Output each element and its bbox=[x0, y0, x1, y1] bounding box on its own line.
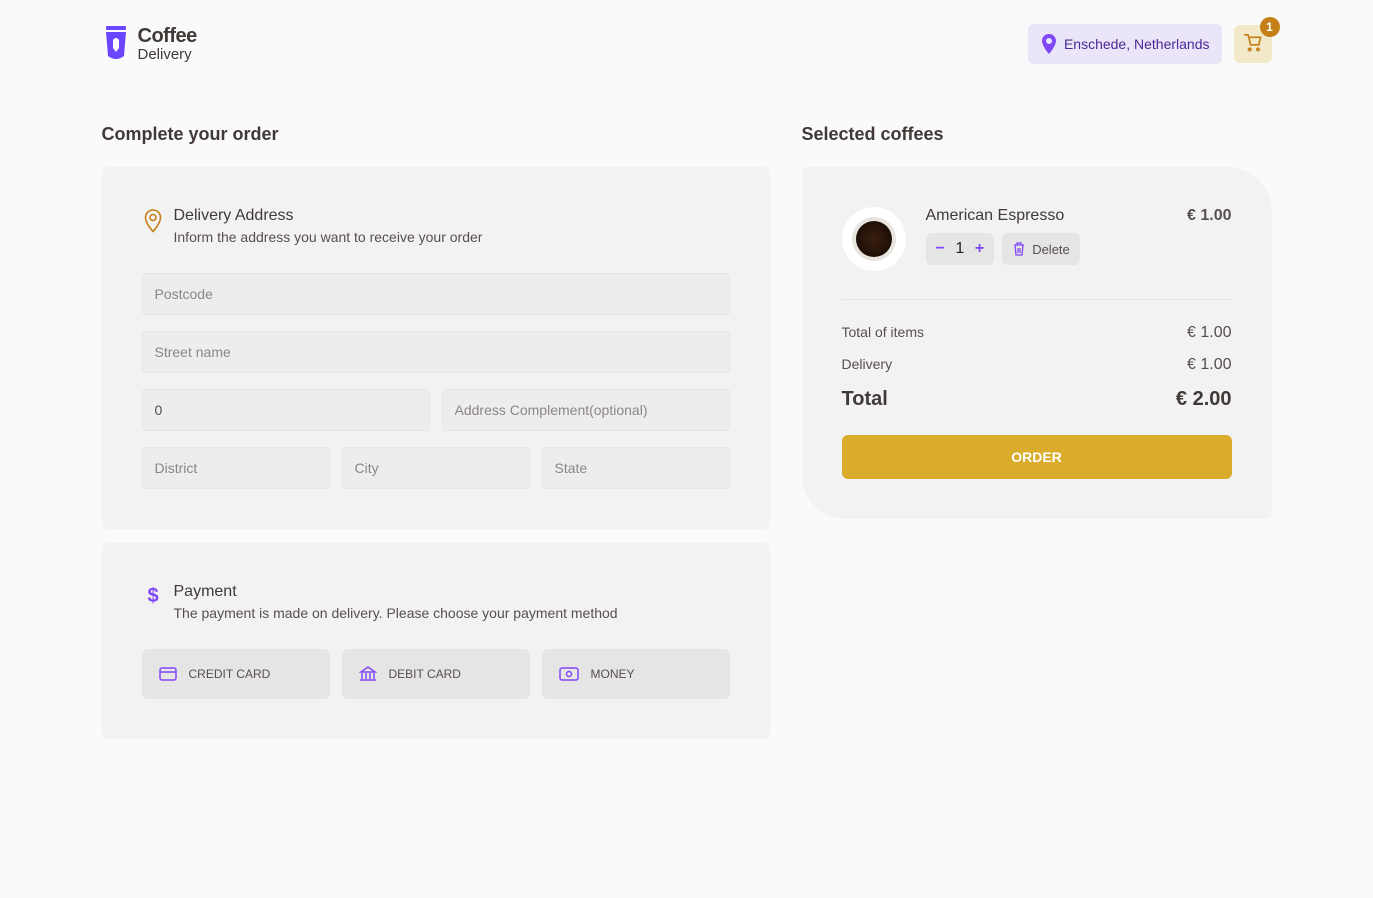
location-pill[interactable]: Enschede, Netherlands bbox=[1028, 24, 1222, 64]
delivery-label: Delivery bbox=[842, 356, 893, 374]
checkout-title: Complete your order bbox=[102, 124, 770, 145]
credit-card-icon bbox=[159, 667, 177, 681]
complement-input[interactable] bbox=[442, 389, 730, 431]
credit-label: CREDIT CARD bbox=[189, 667, 271, 681]
map-pin-icon bbox=[1040, 34, 1058, 54]
address-subtitle: Inform the address you want to receive y… bbox=[174, 229, 483, 245]
delete-button[interactable]: Delete bbox=[1002, 233, 1080, 265]
logo-text-1: Coffee bbox=[138, 25, 197, 47]
district-input[interactable] bbox=[142, 447, 330, 489]
location-text: Enschede, Netherlands bbox=[1064, 36, 1210, 52]
cart-item: American Espresso − 1 + Delete bbox=[842, 207, 1232, 300]
address-title: Delivery Address bbox=[174, 207, 483, 225]
money-label: MONEY bbox=[591, 667, 635, 681]
cart-item-price: € 1.00 bbox=[1187, 207, 1231, 271]
number-input[interactable] bbox=[142, 389, 430, 431]
items-value: € 1.00 bbox=[1187, 324, 1231, 342]
credit-card-button[interactable]: CREDIT CARD bbox=[142, 649, 330, 699]
delivery-value: € 1.00 bbox=[1187, 356, 1231, 374]
payment-card: $ Payment The payment is made on deliver… bbox=[102, 543, 770, 739]
quantity-stepper: − 1 + bbox=[926, 233, 995, 265]
cart-button[interactable]: 1 bbox=[1234, 25, 1272, 63]
cash-icon bbox=[559, 667, 579, 681]
trash-icon bbox=[1012, 241, 1026, 257]
coffee-cup-icon bbox=[102, 26, 130, 62]
city-input[interactable] bbox=[342, 447, 530, 489]
qty-minus-button[interactable]: − bbox=[934, 240, 947, 258]
payment-subtitle: The payment is made on delivery. Please … bbox=[174, 605, 618, 621]
address-card: Delivery Address Inform the address you … bbox=[102, 167, 770, 529]
coffee-image bbox=[842, 207, 906, 271]
qty-value: 1 bbox=[953, 240, 967, 258]
logo-text-2: Delivery bbox=[138, 47, 197, 64]
payment-title: Payment bbox=[174, 583, 618, 601]
svg-text:$: $ bbox=[147, 585, 158, 607]
cart-card: American Espresso − 1 + Delete bbox=[802, 167, 1272, 519]
shopping-cart-icon bbox=[1243, 34, 1263, 54]
street-input[interactable] bbox=[142, 331, 730, 373]
cart-badge: 1 bbox=[1260, 17, 1280, 37]
cart-item-name: American Espresso bbox=[926, 207, 1168, 225]
cart-title: Selected coffees bbox=[802, 124, 1272, 145]
qty-plus-button[interactable]: + bbox=[973, 240, 986, 258]
items-label: Total of items bbox=[842, 324, 924, 342]
map-pin-outline-icon bbox=[142, 209, 164, 233]
debit-card-button[interactable]: DEBIT CARD bbox=[342, 649, 530, 699]
bank-icon bbox=[359, 666, 377, 682]
money-button[interactable]: MONEY bbox=[542, 649, 730, 699]
order-button[interactable]: ORDER bbox=[842, 435, 1232, 479]
state-input[interactable] bbox=[542, 447, 730, 489]
header: Coffee Delivery Enschede, Netherlands 1 bbox=[102, 24, 1272, 64]
debit-label: DEBIT CARD bbox=[389, 667, 461, 681]
delete-label: Delete bbox=[1032, 242, 1070, 257]
total-value: € 2.00 bbox=[1176, 388, 1232, 411]
postcode-input[interactable] bbox=[142, 273, 730, 315]
dollar-icon: $ bbox=[142, 585, 164, 607]
logo[interactable]: Coffee Delivery bbox=[102, 25, 197, 64]
total-label: Total bbox=[842, 388, 888, 411]
